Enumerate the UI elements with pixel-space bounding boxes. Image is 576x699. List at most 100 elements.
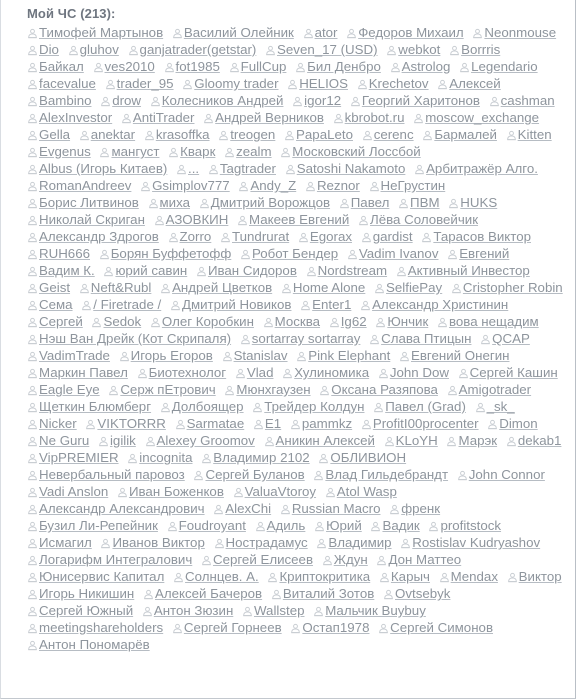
user-link[interactable]: Borrris — [449, 42, 500, 57]
user-link-label[interactable]: Satoshi Nakamoto — [297, 161, 406, 176]
user-link[interactable]: Albus (Игорь Китаев) — [27, 161, 167, 176]
user-link[interactable]: ganjatrader(getstar) — [128, 42, 257, 57]
user-link[interactable]: Сергей Симонов — [378, 620, 493, 635]
user-link-label[interactable]: Russian Macro — [292, 501, 381, 516]
user-link[interactable]: Tagtrader — [208, 161, 276, 176]
user-link[interactable]: Федоров Михаил — [346, 25, 464, 40]
user-link[interactable]: Владимир 2102 — [201, 450, 310, 465]
user-link[interactable]: Нэш Ван Дрейк (Кот Скрипаля) — [27, 331, 231, 346]
user-link-label[interactable]: Исмагил — [39, 535, 92, 550]
user-link[interactable]: ValuaVtoroy — [233, 484, 316, 499]
user-link-label[interactable]: Макеев Евгений — [249, 212, 349, 227]
user-link-label[interactable]: Kitten — [518, 127, 552, 142]
user-link[interactable]: Карыч — [379, 569, 430, 584]
user-link-label[interactable]: Лёва Соловейчик — [370, 212, 478, 227]
user-link-label[interactable]: Sedok — [103, 314, 141, 329]
user-link-label[interactable]: HUKS — [460, 195, 497, 210]
user-link[interactable]: Gsimplov777 — [140, 178, 230, 193]
user-link-label[interactable]: Enter1 — [312, 297, 351, 312]
user-link-label[interactable]: ganjatrader(getstar) — [140, 42, 257, 57]
user-link-label[interactable]: Вадим К. — [39, 263, 95, 278]
user-link-label[interactable]: Аникин Алексей — [276, 433, 375, 448]
user-link-label[interactable]: ProfitI00procenter — [373, 416, 479, 431]
user-link-label[interactable]: Александр Здрогов — [39, 229, 159, 244]
user-link[interactable]: АЗОВКИН — [154, 212, 229, 227]
user-link[interactable]: Enter1 — [300, 297, 351, 312]
user-link[interactable]: Сергей Кашин — [458, 365, 558, 380]
user-link-label[interactable]: Павел — [351, 195, 390, 210]
user-link-label[interactable]: Сергей Елисеев — [213, 552, 313, 567]
user-link[interactable]: Satoshi Nakamoto — [285, 161, 406, 176]
user-link-label[interactable]: Borrris — [461, 42, 500, 57]
user-link[interactable]: Geist — [27, 280, 70, 295]
user-link[interactable]: Gloomy trader — [182, 76, 279, 91]
user-link-label[interactable]: Владимир — [328, 535, 391, 550]
user-link[interactable]: krasoffka — [144, 127, 210, 142]
user-link-label[interactable]: RUH666 — [39, 246, 90, 261]
user-link[interactable]: Eagle Eye — [27, 382, 100, 397]
user-link-label[interactable]: Home Alone — [293, 280, 365, 295]
user-link[interactable]: Dio — [27, 42, 59, 57]
user-link[interactable]: Александр Здрогов — [27, 229, 159, 244]
user-link[interactable]: webkot — [386, 42, 440, 57]
user-link[interactable]: Лёва Соловейчик — [358, 212, 478, 227]
user-link-label[interactable]: Мальчик Buybuy — [325, 603, 426, 618]
user-link-label[interactable]: Ne Guru — [39, 433, 89, 448]
user-link-label[interactable]: Долбоящер — [172, 399, 244, 414]
user-link[interactable]: Аникин Алексей — [264, 433, 375, 448]
user-link[interactable]: Сергей Южный — [27, 603, 133, 618]
user-link[interactable]: Мальчик Buybuy — [313, 603, 426, 618]
user-link-label[interactable]: Сергей Симонов — [390, 620, 493, 635]
user-link-label[interactable]: Георгий Харитонов — [362, 93, 480, 108]
user-link-label[interactable]: PapaLeto — [296, 127, 353, 142]
user-link[interactable]: Дмитрий Ворожцов — [199, 195, 330, 210]
user-link[interactable]: Алексей — [437, 76, 501, 91]
user-link-label[interactable]: Алексей Бачеров — [155, 586, 262, 601]
user-link[interactable]: drow — [100, 93, 141, 108]
user-link[interactable]: Серж пЕтрович — [108, 382, 216, 397]
user-link-label[interactable]: Кварк — [180, 144, 215, 159]
user-link[interactable]: incognita — [127, 450, 193, 465]
user-link[interactable]: Dimon — [487, 416, 538, 431]
user-link-label[interactable]: Юнисервис Капитал — [39, 569, 164, 584]
user-link[interactable]: VipPREMIER — [27, 450, 119, 465]
user-link[interactable]: profitstock — [428, 518, 501, 533]
user-link[interactable]: Андрей Верников — [203, 110, 324, 125]
user-link[interactable]: Тарасов Виктор — [421, 229, 531, 244]
user-link[interactable]: Ждун — [322, 552, 368, 567]
user-link[interactable]: John Connor — [457, 467, 545, 482]
user-link-label[interactable]: Bambino — [39, 93, 91, 108]
user-link-label[interactable]: АЗОВКИН — [166, 212, 229, 227]
user-link-label[interactable]: ... — [188, 161, 199, 176]
user-link[interactable]: KLoYH — [384, 433, 438, 448]
user-link[interactable]: Остап1978 — [290, 620, 369, 635]
user-link-label[interactable]: VadimTrade — [39, 348, 110, 363]
user-link-label[interactable]: Evgenus — [39, 144, 91, 159]
user-link[interactable]: Павел — [339, 195, 390, 210]
user-link-label[interactable]: ПВМ — [410, 195, 440, 210]
user-link-label[interactable]: Neonmouse — [484, 25, 556, 40]
user-link[interactable]: вова нещадим — [437, 314, 539, 329]
user-link-label[interactable]: fot1985 — [176, 59, 220, 74]
user-link-label[interactable]: френк — [401, 501, 440, 516]
user-link-label[interactable]: Сергей Южный — [39, 603, 133, 618]
user-link-label[interactable]: Влад Гильдебрандт — [325, 467, 448, 482]
user-link-label[interactable]: VipPREMIER — [39, 450, 119, 465]
user-link[interactable]: RUH666 — [27, 246, 90, 261]
user-link[interactable]: Щеткин Блюмберг — [27, 399, 151, 414]
user-link-label[interactable]: Vadi Anslon — [39, 484, 108, 499]
user-link[interactable]: HELIOS — [287, 76, 348, 91]
user-link-label[interactable]: Krechetov — [369, 76, 429, 91]
user-link-label[interactable]: Сема — [39, 297, 73, 312]
user-link[interactable]: AntiTrader — [121, 110, 194, 125]
user-link-label[interactable]: Бил Денбро — [307, 59, 381, 74]
user-link[interactable]: VadimTrade — [27, 348, 110, 363]
user-link-label[interactable]: Криптокритика — [279, 569, 370, 584]
user-link[interactable]: Александр Александрович — [27, 501, 205, 516]
user-link[interactable]: Иван Сидоров — [196, 263, 297, 278]
user-link-label[interactable]: moscow_exchange — [425, 110, 539, 125]
user-link[interactable]: cerenc — [362, 127, 414, 142]
user-link[interactable]: Игорь Никишин — [27, 586, 134, 601]
user-link[interactable]: мангуст — [99, 144, 159, 159]
user-link-label[interactable]: zealm — [236, 144, 271, 159]
